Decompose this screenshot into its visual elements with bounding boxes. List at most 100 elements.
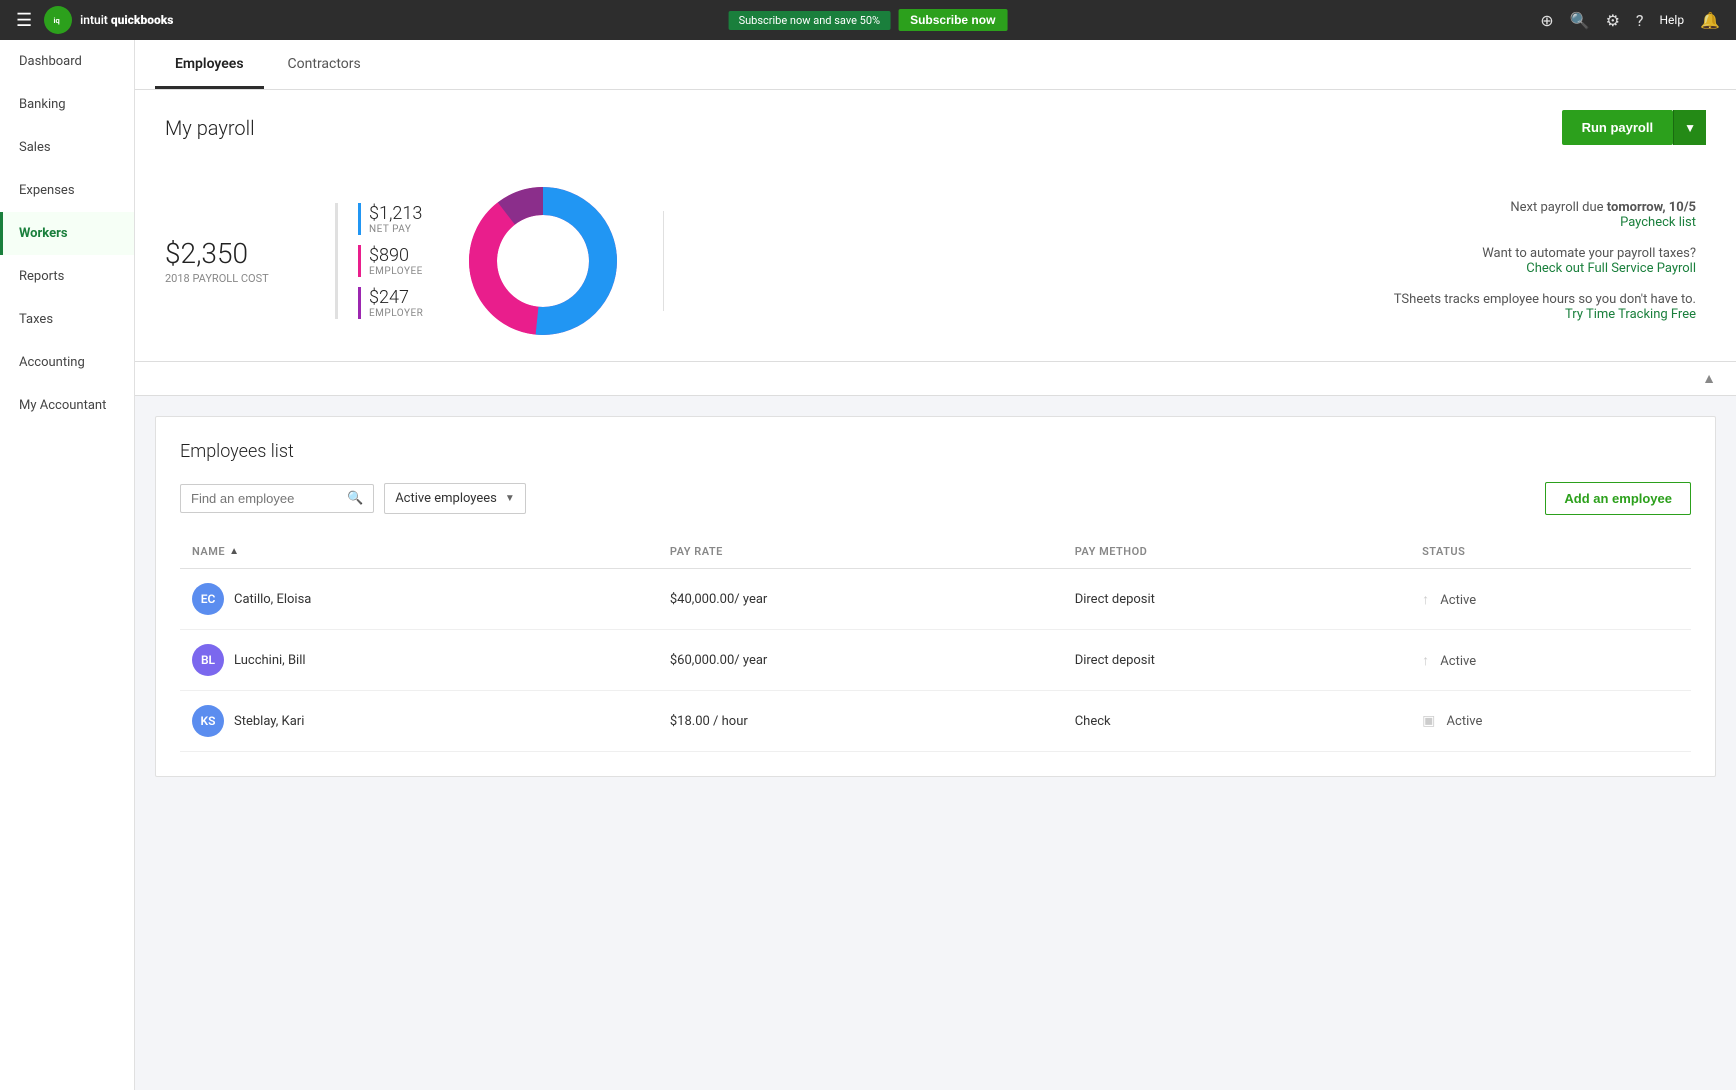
- main-content: Employees Contractors My payroll Run pay…: [135, 40, 1736, 1090]
- subscribe-banner: Subscribe now and save 50% Subscribe now: [729, 9, 1008, 31]
- tab-contractors[interactable]: Contractors: [268, 40, 381, 89]
- payroll-stats: $2,350 2018 PAYROLL COST $1,213 NET PAY …: [165, 161, 1706, 361]
- chevron-up-icon[interactable]: ▲: [1702, 371, 1716, 387]
- employee-name-cell: KS Steblay, Kari: [192, 705, 646, 737]
- sidebar-item-my-accountant[interactable]: My Accountant: [0, 384, 134, 427]
- run-payroll-group: Run payroll ▼: [1562, 110, 1706, 145]
- net-pay-label: NET PAY: [369, 224, 423, 235]
- subscribe-badge: Subscribe now and save 50%: [729, 11, 891, 30]
- full-service-link[interactable]: Check out Full Service Payroll: [1526, 261, 1696, 276]
- payroll-cost-label: 2018 PAYROLL COST: [165, 272, 325, 285]
- app-layout: Dashboard Banking Sales Expenses Workers…: [0, 40, 1736, 1090]
- col-name: NAME ▲: [180, 535, 658, 569]
- employees-list-title: Employees list: [180, 441, 1691, 462]
- help-label: Help: [1659, 13, 1684, 27]
- pay-method: Direct deposit: [1063, 569, 1410, 630]
- logo-icon: iq: [44, 6, 72, 34]
- sidebar-item-reports[interactable]: Reports: [0, 255, 134, 298]
- paycheck-list-link[interactable]: Paycheck list: [1620, 215, 1696, 230]
- status: ▣ Active: [1410, 691, 1691, 752]
- status-text: Active: [1440, 593, 1476, 608]
- net-pay-value: $1,213: [369, 203, 423, 224]
- search-box: 🔍: [180, 484, 374, 513]
- status-text: Active: [1447, 714, 1483, 729]
- topnav: ☰ iq intuit quickbooks Subscribe now and…: [0, 0, 1736, 40]
- avatar: KS: [192, 705, 224, 737]
- table-row[interactable]: BL Lucchini, Bill $60,000.00/ year Direc…: [180, 630, 1691, 691]
- employee-name-cell: EC Catillo, Eloisa: [192, 583, 646, 615]
- employee-name: Steblay, Kari: [234, 714, 304, 729]
- pay-method: Check: [1063, 691, 1410, 752]
- run-payroll-button[interactable]: Run payroll: [1562, 110, 1674, 145]
- status-text: Active: [1440, 654, 1476, 669]
- time-tracking-link[interactable]: Try Time Tracking Free: [1565, 307, 1696, 322]
- employer-value: $247: [369, 287, 423, 308]
- status-icon: ↑: [1422, 592, 1429, 608]
- col-pay-method: PAY METHOD: [1063, 535, 1410, 569]
- hamburger-icon[interactable]: ☰: [16, 10, 32, 31]
- settings-icon[interactable]: ⚙: [1606, 11, 1620, 30]
- subscribe-button[interactable]: Subscribe now: [898, 9, 1007, 31]
- payroll-section: My payroll Run payroll ▼ $2,350 2018 PAY…: [135, 90, 1736, 362]
- svg-text:iq: iq: [54, 16, 60, 25]
- employees-table: NAME ▲ PAY RATE PAY METHOD STATUS EC Cat…: [180, 535, 1691, 752]
- next-payroll-text: Next payroll due tomorrow, 10/5Paycheck …: [664, 200, 1696, 230]
- chevron-down-icon: ▼: [505, 493, 515, 504]
- net-pay-stat: $1,213 NET PAY: [358, 203, 423, 235]
- status-icon: ▣: [1422, 713, 1435, 729]
- employee-name: Lucchini, Bill: [234, 653, 306, 668]
- table-row[interactable]: EC Catillo, Eloisa $40,000.00/ year Dire…: [180, 569, 1691, 630]
- sidebar-item-sales[interactable]: Sales: [0, 126, 134, 169]
- tsheets-text: TSheets tracks employee hours so you don…: [664, 292, 1696, 322]
- filter-bar: 🔍 Active employees ▼ Add an employee: [180, 482, 1691, 515]
- avatar: BL: [192, 644, 224, 676]
- pay-rate: $18.00 / hour: [658, 691, 1063, 752]
- employees-section: Employees list 🔍 Active employees ▼ Add …: [155, 416, 1716, 777]
- filter-label: Active employees: [395, 491, 497, 506]
- collapse-bar: ▲: [135, 362, 1736, 396]
- tab-employees[interactable]: Employees: [155, 40, 264, 89]
- payroll-info: Next payroll due tomorrow, 10/5Paycheck …: [664, 200, 1706, 322]
- topnav-right: ⊕ 🔍 ⚙ ? Help 🔔: [1540, 11, 1720, 30]
- search-icon[interactable]: 🔍: [1570, 11, 1590, 30]
- add-icon[interactable]: ⊕: [1540, 11, 1553, 30]
- automate-text: Want to automate your payroll taxes? Che…: [664, 246, 1696, 276]
- employee-value: $890: [369, 245, 423, 266]
- sidebar-item-banking[interactable]: Banking: [0, 83, 134, 126]
- filter-dropdown[interactable]: Active employees ▼: [384, 483, 526, 514]
- col-pay-rate: PAY RATE: [658, 535, 1063, 569]
- logo: iq intuit quickbooks: [44, 6, 173, 34]
- add-employee-button[interactable]: Add an employee: [1545, 482, 1691, 515]
- employee-label: EMPLOYEE: [369, 266, 423, 277]
- avatar: EC: [192, 583, 224, 615]
- sidebar: Dashboard Banking Sales Expenses Workers…: [0, 40, 135, 1090]
- status: ↑ Active: [1410, 569, 1691, 630]
- help-icon[interactable]: ?: [1636, 11, 1644, 30]
- sidebar-item-accounting[interactable]: Accounting: [0, 341, 134, 384]
- status: ↑ Active: [1410, 630, 1691, 691]
- employer-stat: $247 EMPLOYER: [358, 287, 423, 319]
- sort-arrow-icon[interactable]: ▲: [229, 546, 239, 557]
- payroll-header: My payroll Run payroll ▼: [165, 110, 1706, 161]
- pay-rate: $60,000.00/ year: [658, 630, 1063, 691]
- pay-method: Direct deposit: [1063, 630, 1410, 691]
- run-payroll-dropdown[interactable]: ▼: [1673, 110, 1706, 145]
- notification-icon[interactable]: 🔔: [1700, 11, 1720, 30]
- search-icon: 🔍: [347, 491, 363, 506]
- employee-name: Catillo, Eloisa: [234, 592, 311, 607]
- search-input[interactable]: [191, 491, 341, 506]
- stats-breakdown: $1,213 NET PAY $890 EMPLOYEE $247 EMPLOY…: [335, 203, 423, 319]
- sidebar-item-expenses[interactable]: Expenses: [0, 169, 134, 212]
- sidebar-item-dashboard[interactable]: Dashboard: [0, 40, 134, 83]
- donut-chart: [463, 181, 623, 341]
- sidebar-item-taxes[interactable]: Taxes: [0, 298, 134, 341]
- employer-label: EMPLOYER: [369, 308, 423, 319]
- employee-stat: $890 EMPLOYEE: [358, 245, 423, 277]
- sidebar-item-workers[interactable]: Workers: [0, 212, 134, 255]
- logo-text: intuit quickbooks: [80, 13, 173, 27]
- payroll-title: My payroll: [165, 116, 255, 140]
- tab-bar: Employees Contractors: [135, 40, 1736, 90]
- table-row[interactable]: KS Steblay, Kari $18.00 / hour Check ▣ A…: [180, 691, 1691, 752]
- payroll-cost-block: $2,350 2018 PAYROLL COST: [165, 237, 325, 285]
- col-status: STATUS: [1410, 535, 1691, 569]
